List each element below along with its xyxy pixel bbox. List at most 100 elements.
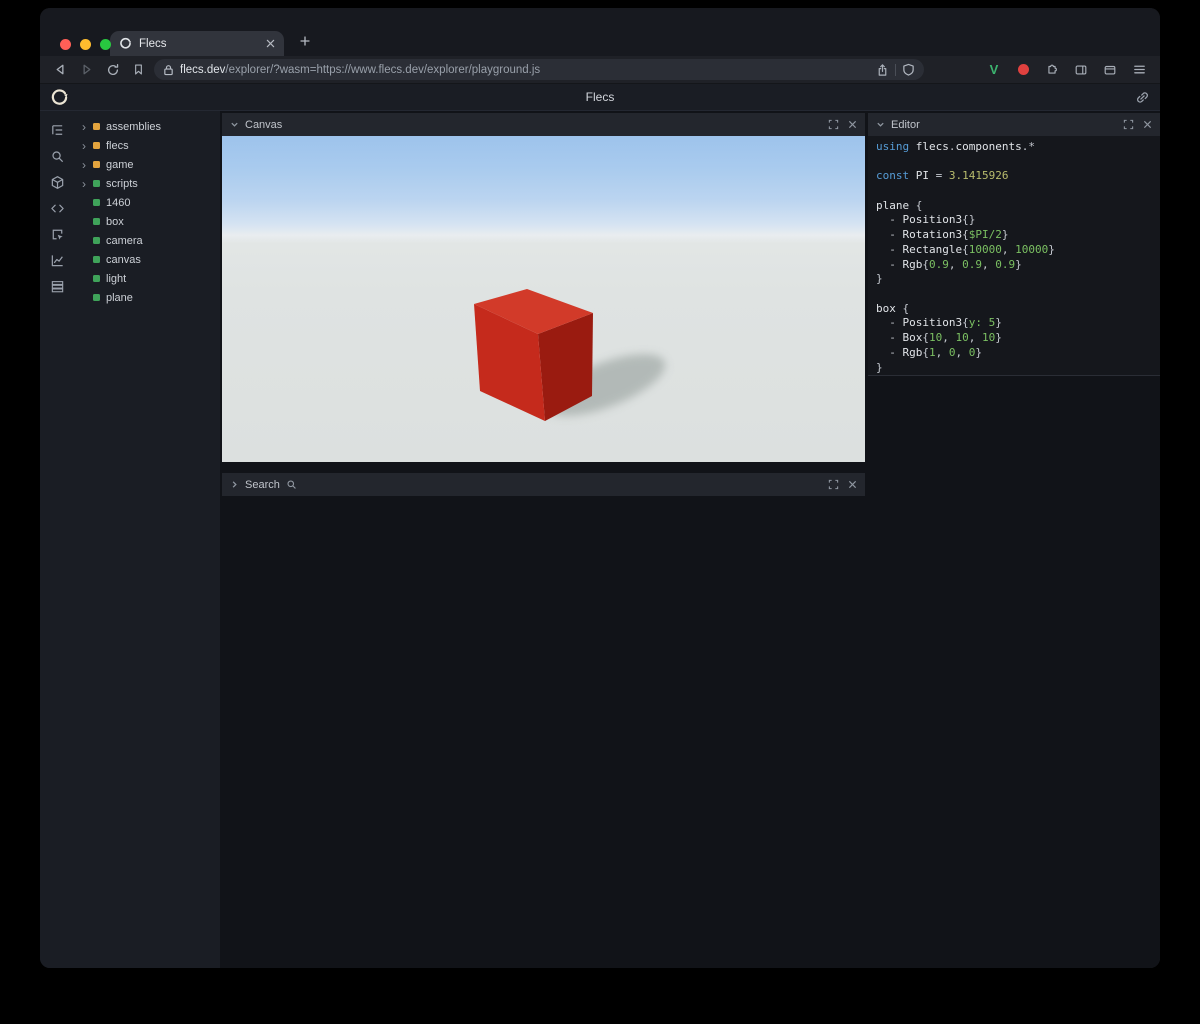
tree-item-camera[interactable]: camera <box>74 231 220 250</box>
editor-panel-header: Editor <box>868 113 1160 136</box>
fullscreen-icon[interactable] <box>828 119 839 130</box>
forward-button[interactable] <box>76 59 97 80</box>
traffic-light-minimize[interactable] <box>80 39 91 50</box>
tree-item-plane[interactable]: plane <box>74 288 220 307</box>
brave-shield-icon[interactable] <box>902 63 915 77</box>
search-panel-header: Search <box>222 473 865 496</box>
rows-icon[interactable] <box>45 275 69 297</box>
back-button[interactable] <box>50 59 71 80</box>
entity-kind-square <box>93 256 100 263</box>
hierarchy-icon[interactable] <box>45 119 69 141</box>
tab-close-icon[interactable] <box>266 39 275 48</box>
editor-code[interactable]: using flecs.components.*const PI = 3.141… <box>868 136 1160 376</box>
chevron-right-icon[interactable]: › <box>82 178 93 190</box>
code-line: box { <box>876 302 1160 317</box>
share-icon[interactable] <box>876 63 889 77</box>
canvas-panel: Canvas <box>222 113 865 462</box>
traffic-light-close[interactable] <box>60 39 71 50</box>
side-panel-icon[interactable] <box>1070 59 1092 81</box>
close-icon[interactable] <box>848 120 857 129</box>
code-line <box>876 155 1160 170</box>
code-icon[interactable] <box>45 197 69 219</box>
new-tab-button[interactable] <box>294 30 316 52</box>
search-icon[interactable] <box>45 145 69 167</box>
flecs-logo-icon[interactable] <box>50 88 69 107</box>
chevron-down-icon[interactable] <box>230 120 239 129</box>
tree-item-label: camera <box>106 235 143 247</box>
canvas-viewport[interactable] <box>222 136 865 462</box>
close-icon[interactable] <box>1143 120 1152 129</box>
bookmark-icon[interactable] <box>128 59 149 80</box>
tree-item-scripts[interactable]: ›scripts <box>74 174 220 193</box>
code-line: - Box{10, 10, 10} <box>876 331 1160 346</box>
tree-item-label: plane <box>106 292 133 304</box>
reload-button[interactable] <box>102 59 123 80</box>
tree-item-box[interactable]: box <box>74 212 220 231</box>
code-line: const PI = 3.1415926 <box>876 169 1160 184</box>
search-panel: Search <box>222 473 865 496</box>
extensions-puzzle-icon[interactable] <box>1041 59 1063 81</box>
tree-item-assemblies[interactable]: › assemblies <box>74 117 220 136</box>
entity-kind-square <box>93 218 100 225</box>
tree-item-canvas[interactable]: canvas <box>74 250 220 269</box>
tab-title: Flecs <box>139 38 259 50</box>
page-title: Flecs <box>40 90 1160 104</box>
code-line: - Rgb{1, 0, 0} <box>876 346 1160 361</box>
traffic-light-zoom[interactable] <box>100 39 111 50</box>
browser-tab-flecs[interactable]: Flecs <box>110 31 284 56</box>
chevron-down-icon[interactable] <box>876 120 885 129</box>
code-line: - Position3{} <box>876 213 1160 228</box>
code-line: - Rgb{0.9, 0.9, 0.9} <box>876 258 1160 273</box>
chevron-right-icon[interactable]: › <box>82 121 93 133</box>
entity-kind-square <box>93 237 100 244</box>
code-line: - Rotation3{$PI/2} <box>876 228 1160 243</box>
tree-item-light[interactable]: light <box>74 269 220 288</box>
editor-panel-title: Editor <box>891 119 920 131</box>
inspect-icon[interactable] <box>45 223 69 245</box>
app-header: Flecs <box>40 84 1160 111</box>
entity-kind-square <box>93 275 100 282</box>
share-link-icon[interactable] <box>1135 90 1150 105</box>
main-area: Canvas <box>220 111 1160 968</box>
canvas-panel-title: Canvas <box>245 119 282 131</box>
address-bar[interactable]: flecs.dev/explorer/?wasm=https://www.fle… <box>154 59 924 80</box>
fullscreen-icon[interactable] <box>828 479 839 490</box>
tree-item-label: assemblies <box>106 121 161 133</box>
address-bar-divider <box>895 64 896 76</box>
v-extension-icon[interactable]: V <box>983 59 1005 81</box>
browser-toolbar: flecs.dev/explorer/?wasm=https://www.fle… <box>40 56 1160 84</box>
tab-favicon-flecs-logo-icon <box>119 37 132 50</box>
code-line: - Position3{y: 5} <box>876 316 1160 331</box>
tree-item-label: flecs <box>106 140 129 152</box>
code-line: } <box>876 361 1160 376</box>
app-body: › assemblies › flecs ›game›scripts 1460 box cam… <box>40 111 1160 968</box>
canvas-3d-scene <box>222 136 865 462</box>
tree-item-game[interactable]: ›game <box>74 155 220 174</box>
url-text[interactable]: flecs.dev/explorer/?wasm=https://www.fle… <box>180 64 870 76</box>
flecs-explorer-app: Flecs › assemblies › flecs ›game›scripts 1460… <box>40 84 1160 968</box>
close-icon[interactable] <box>848 480 857 489</box>
code-line <box>876 287 1160 302</box>
tree-item-label: light <box>106 273 126 285</box>
tree-item-label: 1460 <box>106 197 130 209</box>
entity-kind-square <box>93 199 100 206</box>
search-magnifier-icon[interactable] <box>286 479 297 490</box>
entity-kind-square <box>93 294 100 301</box>
tree-item-flecs[interactable]: › flecs <box>74 136 220 155</box>
tab-strip: Flecs <box>40 8 1160 56</box>
menu-hamburger-icon[interactable] <box>1128 59 1150 81</box>
wallet-icon[interactable] <box>1099 59 1121 81</box>
canvas-panel-header: Canvas <box>222 113 865 136</box>
chart-icon[interactable] <box>45 249 69 271</box>
icon-strip <box>40 111 74 968</box>
fullscreen-icon[interactable] <box>1123 119 1134 130</box>
package-icon[interactable] <box>45 171 69 193</box>
entity-kind-square <box>93 180 100 187</box>
search-panel-title: Search <box>245 479 280 491</box>
red-dot-extension-icon[interactable] <box>1012 59 1034 81</box>
chevron-right-icon[interactable]: › <box>82 140 93 152</box>
chevron-right-icon[interactable]: › <box>82 159 93 171</box>
chevron-right-icon[interactable] <box>230 480 239 489</box>
browser-window: Flecs flecs.dev/explorer/?wasm=https://w… <box>40 8 1160 968</box>
tree-item-1460[interactable]: 1460 <box>74 193 220 212</box>
